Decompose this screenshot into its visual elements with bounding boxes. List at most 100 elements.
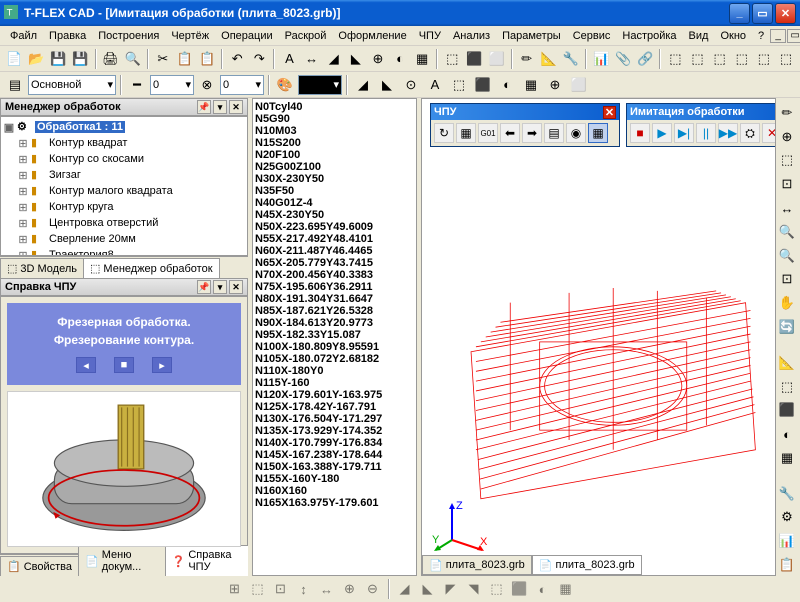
- sim-toolbar-close[interactable]: ✕: [775, 106, 776, 119]
- spin-1[interactable]: 0▾: [150, 75, 194, 95]
- bb-4[interactable]: ↕: [294, 579, 314, 599]
- tree-item-1[interactable]: ⊞▮Контур со скосами: [3, 151, 245, 167]
- tool-button-14[interactable]: 🔗: [635, 48, 655, 70]
- menu-drawing[interactable]: Чертёж: [165, 28, 215, 44]
- copy-button[interactable]: 📋: [175, 48, 195, 70]
- lineweight-icon[interactable]: ⊗: [196, 74, 218, 96]
- t2-3[interactable]: ⊙: [400, 74, 422, 96]
- menu-edit[interactable]: Правка: [43, 28, 92, 44]
- t2-9[interactable]: ⊕: [544, 74, 566, 96]
- rtool-16[interactable]: ⚙: [776, 507, 798, 529]
- menu-analysis[interactable]: Анализ: [447, 28, 496, 44]
- bb-7[interactable]: ⊖: [363, 579, 383, 599]
- cnc-toolbar-close[interactable]: ✕: [603, 106, 616, 119]
- maximize-button[interactable]: ▭: [752, 3, 773, 24]
- gcode-panel[interactable]: N0Tcyl40N5G90N10M03N15S200N20F100N25G00Z…: [252, 98, 417, 576]
- rtool-2[interactable]: ⊕: [776, 126, 798, 148]
- bb-15[interactable]: ▦: [556, 579, 576, 599]
- tree-item-6[interactable]: ⊞▮Сверление 20мм: [3, 231, 245, 247]
- rtool-zoom-out[interactable]: 🔍: [776, 245, 798, 267]
- tool-button-15[interactable]: ⬚: [665, 48, 685, 70]
- menu-file[interactable]: Файл: [4, 28, 43, 44]
- tool-button-7[interactable]: ⬛: [464, 48, 484, 70]
- bb-5[interactable]: ↔: [317, 579, 337, 599]
- tool-button[interactable]: ◢: [324, 48, 344, 70]
- file-tab-2[interactable]: 📄плита_8023.grb: [532, 555, 642, 575]
- t2-8[interactable]: ▦: [520, 74, 542, 96]
- help-menu-button[interactable]: ▾: [213, 280, 227, 294]
- tool-button-11[interactable]: 🔧: [561, 48, 581, 70]
- sim-toolbar-window[interactable]: Имитация обработки✕ ■ ▶ ▶| || ▶▶ ⛭ ✕: [626, 103, 776, 147]
- bb-1[interactable]: ⊞: [225, 579, 245, 599]
- t2-6[interactable]: ⬛: [472, 74, 494, 96]
- tool-button-12[interactable]: 📊: [591, 48, 611, 70]
- tab-props[interactable]: 📋Свойства: [0, 556, 79, 576]
- doc-minimize-button[interactable]: _: [770, 29, 786, 43]
- cnc-btn-4[interactable]: ⬅: [500, 123, 520, 143]
- rtool-17[interactable]: 📊: [776, 530, 798, 552]
- bb-9[interactable]: ◣: [418, 579, 438, 599]
- tool-button-5[interactable]: ▦: [412, 48, 432, 70]
- preview-button[interactable]: 🔍: [123, 48, 143, 70]
- layer-button[interactable]: ▤: [4, 74, 26, 96]
- rtool-zoom-fit[interactable]: ⊡: [776, 269, 798, 291]
- close-button[interactable]: ✕: [775, 3, 796, 24]
- help-prev-button[interactable]: ◂: [76, 357, 96, 373]
- tree-item-4[interactable]: ⊞▮Контур круга: [3, 199, 245, 215]
- doc-restore-button[interactable]: ▭: [787, 29, 800, 43]
- file-tab-1[interactable]: 📄плита_8023.grb: [422, 555, 532, 575]
- color-button[interactable]: 🎨: [274, 74, 296, 96]
- linetype-button[interactable]: ━: [126, 74, 148, 96]
- help-stop-button[interactable]: ■: [114, 357, 134, 373]
- tool-button-16[interactable]: ⬚: [688, 48, 708, 70]
- sim-pause-button[interactable]: ||: [696, 123, 716, 143]
- redo-button[interactable]: ↷: [249, 48, 269, 70]
- tree-item-2[interactable]: ⊞▮Зигзаг: [3, 167, 245, 183]
- bb-2[interactable]: ⬚: [248, 579, 268, 599]
- tool-button-19[interactable]: ⬚: [754, 48, 774, 70]
- tool-button-6[interactable]: ⬚: [442, 48, 462, 70]
- menu-service[interactable]: Сервис: [567, 28, 617, 44]
- rtool-3[interactable]: ⬚: [776, 150, 798, 172]
- rtool-14[interactable]: ▦: [776, 447, 798, 469]
- tool-button-20[interactable]: ⬚: [776, 48, 796, 70]
- bb-10[interactable]: ◤: [441, 579, 461, 599]
- help-next-button[interactable]: ▸: [152, 357, 172, 373]
- rtool-15[interactable]: 🔧: [776, 483, 798, 505]
- tab-3d-model[interactable]: ⬚3D Модель: [0, 258, 84, 278]
- tool-button-10[interactable]: 📐: [539, 48, 559, 70]
- bb-8[interactable]: ◢: [395, 579, 415, 599]
- rtool-rotate[interactable]: 🔄: [776, 316, 798, 338]
- tree-item-7[interactable]: ⊞▮Траектория8: [3, 247, 245, 256]
- rtool-13[interactable]: ◐: [776, 423, 798, 445]
- tool-button-3[interactable]: ⊕: [368, 48, 388, 70]
- panel-close-button[interactable]: ✕: [229, 100, 243, 114]
- rtool-5[interactable]: ↔: [776, 197, 798, 219]
- rtool-11[interactable]: ⬚: [776, 376, 798, 398]
- tool-button-2[interactable]: ◣: [346, 48, 366, 70]
- menu-help[interactable]: ?: [752, 28, 770, 44]
- 3d-viewport[interactable]: ЧПУ✕ ↻ ▦ G01 ⬅ ➡ ▤ ◉ ▦ Имитация обработк…: [421, 98, 776, 576]
- bb-12[interactable]: ⬚: [487, 579, 507, 599]
- open-button[interactable]: 📂: [26, 48, 46, 70]
- menu-settings[interactable]: Настройка: [616, 28, 682, 44]
- rtool-18[interactable]: 📋: [776, 554, 798, 576]
- text-button[interactable]: A: [279, 48, 299, 70]
- menu-construct[interactable]: Построения: [92, 28, 165, 44]
- rtool-4[interactable]: ⊡: [776, 173, 798, 195]
- sim-tool-button[interactable]: ⛭: [740, 123, 760, 143]
- tree-item-0[interactable]: ⊞▮Контур квадрат: [3, 135, 245, 151]
- tree-item-5[interactable]: ⊞▮Центровка отверстий: [3, 215, 245, 231]
- spin-2[interactable]: 0▾: [220, 75, 264, 95]
- menu-ops[interactable]: Операции: [215, 28, 278, 44]
- new-button[interactable]: 📄: [4, 48, 24, 70]
- minimize-button[interactable]: _: [729, 3, 750, 24]
- t2-10[interactable]: ⬜: [568, 74, 590, 96]
- rtool-1[interactable]: ✏: [776, 102, 798, 124]
- menu-params[interactable]: Параметры: [496, 28, 567, 44]
- cnc-btn-5[interactable]: ➡: [522, 123, 542, 143]
- operations-tree[interactable]: ▣⚙Обработка1 : 11⊞▮Контур квадрат⊞▮Конту…: [0, 116, 248, 256]
- cnc-toolbar-window[interactable]: ЧПУ✕ ↻ ▦ G01 ⬅ ➡ ▤ ◉ ▦: [430, 103, 620, 147]
- t2-2[interactable]: ◣: [376, 74, 398, 96]
- cnc-btn-3[interactable]: G01: [478, 123, 498, 143]
